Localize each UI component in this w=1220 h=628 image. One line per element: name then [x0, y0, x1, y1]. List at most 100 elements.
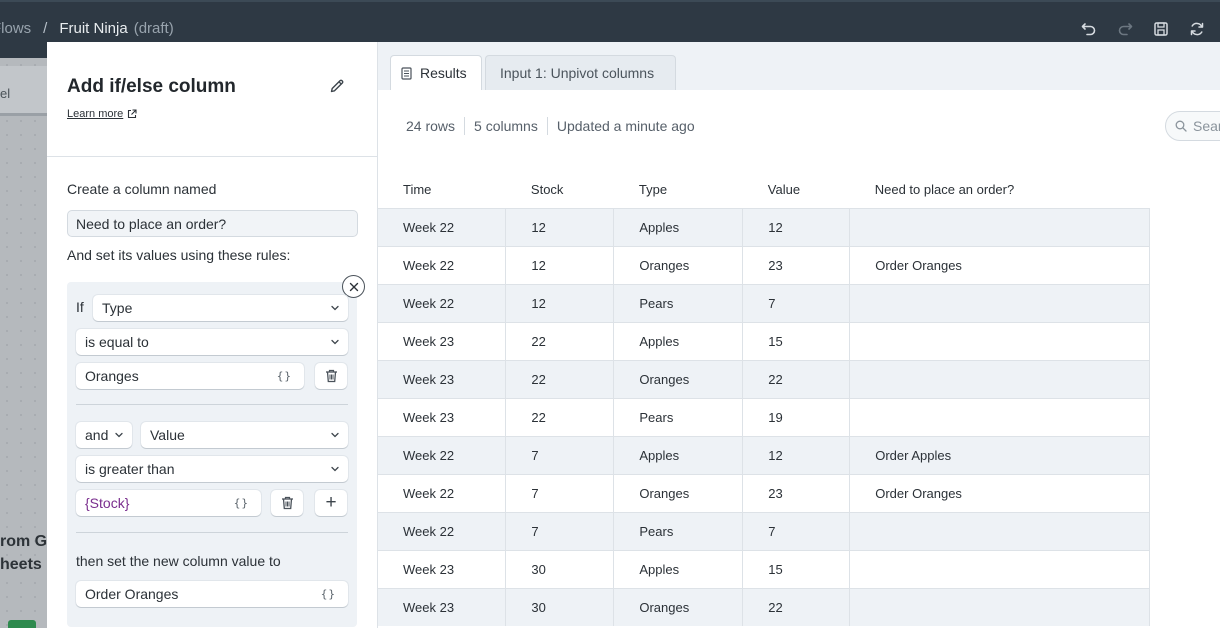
condition-2-column-select[interactable]: Value	[141, 422, 348, 448]
table-cell[interactable]: Oranges	[613, 359, 744, 398]
column-header-need-to-order[interactable]: Need to place an order?	[850, 172, 1150, 208]
chevron-down-icon	[331, 432, 339, 438]
condition-1-value-input[interactable]: Oranges {}	[76, 363, 304, 389]
refresh-icon[interactable]	[1188, 20, 1206, 38]
table-cell[interactable]: Week 23	[378, 321, 507, 360]
column-header-value[interactable]: Value	[743, 172, 850, 208]
table-cell[interactable]: 12	[505, 245, 615, 284]
delete-condition-2-button[interactable]	[271, 490, 303, 516]
table-cell[interactable]: 7	[505, 511, 615, 550]
table-cell[interactable]: Pears	[613, 397, 744, 436]
breadcrumb-separator: /	[43, 20, 48, 37]
chevron-down-icon	[115, 432, 123, 438]
table-cell[interactable]	[849, 207, 1150, 246]
table-cell[interactable]: 12	[742, 435, 851, 474]
table-cell[interactable]	[849, 359, 1150, 398]
variable-braces-icon[interactable]: {}	[234, 497, 249, 510]
table-cell[interactable]: Order Apples	[849, 435, 1150, 474]
table-cell[interactable]: 7	[505, 435, 615, 474]
table-cell[interactable]: 22	[742, 587, 851, 626]
table-cell[interactable]: 15	[742, 549, 851, 588]
then-label: then set the new column value to	[76, 553, 281, 569]
table-cell[interactable]: 12	[505, 283, 615, 322]
table-cell[interactable]: 12	[505, 207, 615, 246]
table-cell[interactable]: Oranges	[613, 587, 744, 626]
table-cell[interactable]: 7	[742, 511, 851, 550]
breadcrumb: Flows / Fruit Ninja (draft)	[0, 20, 174, 37]
table-cell[interactable]: Week 22	[378, 283, 507, 322]
table-cell[interactable]: Week 23	[378, 359, 507, 398]
table-cell[interactable]: 30	[505, 549, 615, 588]
table-cell[interactable]: 22	[505, 397, 615, 436]
table-cell[interactable]: Pears	[613, 283, 744, 322]
column-header-type[interactable]: Type	[614, 172, 743, 208]
table-cell[interactable]: Oranges	[613, 245, 744, 284]
table-cell[interactable]: 22	[505, 321, 615, 360]
table-cell[interactable]: Apples	[613, 435, 744, 474]
table-cell[interactable]: Week 22	[378, 511, 507, 550]
table-cell[interactable]: 7	[505, 473, 615, 512]
condition-2-value-input[interactable]: {Stock} {}	[76, 490, 261, 516]
table-cell[interactable]: Apples	[613, 207, 744, 246]
table-cell[interactable]: 19	[742, 397, 851, 436]
breadcrumb-flows-link[interactable]: Flows	[0, 20, 31, 37]
then-value-input[interactable]: Order Oranges {}	[76, 581, 348, 607]
learn-more-link[interactable]: Learn more	[67, 108, 137, 120]
table-cell[interactable]: Oranges	[613, 473, 744, 512]
variable-braces-icon[interactable]: {}	[277, 370, 292, 383]
condition-2-joiner-select[interactable]: and	[76, 422, 132, 448]
add-condition-button[interactable]: +	[315, 490, 347, 516]
table-cell[interactable]: 15	[742, 321, 851, 360]
table-cell[interactable]: Week 23	[378, 397, 507, 436]
remove-rule-close-icon[interactable]	[342, 275, 365, 298]
variable-braces-icon[interactable]: {}	[321, 588, 336, 601]
tab-results[interactable]: Results	[390, 55, 482, 90]
table-cell[interactable]: Week 22	[378, 435, 507, 474]
table-cell[interactable]	[849, 397, 1150, 436]
delete-condition-1-button[interactable]	[315, 363, 347, 389]
table-cell[interactable]: Apples	[613, 549, 744, 588]
trash-icon	[281, 496, 293, 510]
table-cell[interactable]: Order Oranges	[849, 473, 1150, 512]
table-cell[interactable]	[849, 549, 1150, 588]
condition-1-column-select[interactable]: Type	[93, 295, 348, 321]
table-cell[interactable]	[849, 321, 1150, 360]
table-cell[interactable]: 7	[742, 283, 851, 322]
results-meta: 24 rows 5 columns Updated a minute ago	[406, 117, 695, 135]
table-cell[interactable]: Order Oranges	[849, 245, 1150, 284]
table-cell[interactable]: Apples	[613, 321, 744, 360]
column-header-time[interactable]: Time	[378, 172, 506, 208]
results-table: Time Stock Type Value Need to place an o…	[378, 172, 1150, 626]
table-cell[interactable]: Week 23	[378, 587, 507, 626]
column-header-stock[interactable]: Stock	[506, 172, 614, 208]
redo-icon[interactable]	[1116, 20, 1134, 38]
save-icon[interactable]	[1152, 20, 1170, 38]
table-row: Week 22 12 Oranges 23 Order Oranges	[378, 245, 1150, 284]
chevron-down-icon	[331, 466, 339, 472]
draft-status: (draft)	[133, 20, 174, 37]
undo-icon[interactable]	[1080, 20, 1098, 38]
condition-1-operator-select[interactable]: is equal to	[76, 329, 348, 355]
table-cell[interactable]: 23	[742, 473, 851, 512]
table-cell[interactable]: Week 22	[378, 473, 507, 512]
condition-2-operator-select[interactable]: is greater than	[76, 456, 348, 482]
table-cell[interactable]: Week 22	[378, 207, 507, 246]
tab-input-1[interactable]: Input 1: Unpivot columns	[485, 55, 676, 90]
table-cell[interactable]	[849, 587, 1150, 626]
column-name-input[interactable]: Need to place an order?	[67, 210, 358, 237]
table-cell[interactable]	[849, 283, 1150, 322]
table-cell[interactable]: Week 23	[378, 549, 507, 588]
table-cell[interactable]: 30	[505, 587, 615, 626]
table-row: Week 22 12 Pears 7	[378, 283, 1150, 322]
table-cell[interactable]: 22	[505, 359, 615, 398]
table-cell[interactable]: 22	[742, 359, 851, 398]
search-input[interactable]: Search	[1165, 111, 1220, 141]
table-cell[interactable]: 23	[742, 245, 851, 284]
table-cell[interactable]	[849, 511, 1150, 550]
rules-label: And set its values using these rules:	[67, 247, 291, 263]
edit-title-pencil-icon[interactable]	[329, 78, 345, 99]
table-cell[interactable]: Pears	[613, 511, 744, 550]
table-cell[interactable]: 12	[742, 207, 851, 246]
project-name[interactable]: Fruit Ninja	[59, 20, 127, 37]
table-cell[interactable]: Week 22	[378, 245, 507, 284]
